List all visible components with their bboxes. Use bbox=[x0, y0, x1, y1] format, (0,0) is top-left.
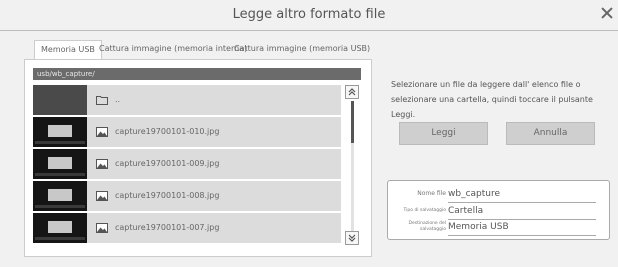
save-type-value: Cartella bbox=[448, 204, 596, 220]
list-item-parent-folder[interactable]: .. bbox=[33, 85, 341, 115]
thumbnail bbox=[33, 181, 87, 211]
filename-field[interactable]: wb_capture bbox=[448, 187, 596, 203]
double-chevron-up-icon bbox=[348, 88, 356, 96]
save-type-label: Tipo di salvataggio bbox=[403, 208, 446, 213]
save-type-row: Tipo di salvataggio Cartella bbox=[388, 204, 609, 220]
close-icon[interactable] bbox=[600, 6, 614, 20]
scrollbar[interactable] bbox=[345, 85, 360, 249]
image-file-icon bbox=[96, 127, 108, 137]
destination-row: Destinazione del salvataggio Memoria USB bbox=[388, 220, 609, 236]
list-item-label: .. bbox=[115, 95, 121, 104]
tab-usb-memory[interactable]: Memoria USB bbox=[34, 40, 102, 60]
thumbnail bbox=[33, 117, 87, 147]
scroll-up-button[interactable] bbox=[345, 85, 359, 99]
instructions-text: Selezionare un file da leggere dall' ele… bbox=[391, 80, 593, 119]
image-file-icon bbox=[96, 191, 108, 201]
folder-icon bbox=[96, 96, 108, 105]
read-button[interactable]: Leggi bbox=[399, 122, 488, 145]
filename-row: Nome file wb_capture bbox=[388, 187, 609, 203]
tab-capture-internal[interactable]: Cattura immagine (memoria interna) bbox=[99, 40, 247, 58]
dialog-title: Legge altro formato file bbox=[232, 7, 386, 22]
list-item-file[interactable]: capture19700101-009.jpg bbox=[33, 149, 341, 179]
list-item-file[interactable]: capture19700101-007.jpg bbox=[33, 213, 341, 243]
path-bar: usb/wb_capture/ bbox=[33, 68, 361, 80]
destination-label: Destinazione del salvataggio bbox=[408, 221, 447, 232]
thumbnail bbox=[33, 213, 87, 243]
scroll-down-button[interactable] bbox=[345, 231, 359, 245]
list-item-file[interactable]: capture19700101-008.jpg bbox=[33, 181, 341, 211]
file-browser-panel: usb/wb_capture/ .. capture19700101-010.j… bbox=[24, 59, 372, 257]
filename-label: Nome file bbox=[417, 190, 446, 197]
thumbnail bbox=[33, 149, 87, 179]
destination-value: Memoria USB bbox=[448, 220, 596, 236]
scroll-track[interactable] bbox=[351, 101, 354, 231]
tab-capture-usb[interactable]: Cattura immagine (memoria USB) bbox=[234, 40, 370, 58]
double-chevron-down-icon bbox=[348, 234, 356, 242]
title-bar: Legge altro formato file bbox=[0, 0, 618, 31]
cancel-button[interactable]: Annulla bbox=[506, 122, 595, 145]
thumbnail bbox=[33, 85, 87, 115]
list-item-label: capture19700101-008.jpg bbox=[115, 191, 220, 200]
scroll-thumb[interactable] bbox=[351, 101, 354, 143]
list-item-file[interactable]: capture19700101-010.jpg bbox=[33, 117, 341, 147]
list-item-label: capture19700101-009.jpg bbox=[115, 159, 220, 168]
file-info-box: Nome file wb_capture Tipo di salvataggio… bbox=[387, 180, 610, 240]
list-item-label: capture19700101-010.jpg bbox=[115, 127, 220, 136]
image-file-icon bbox=[96, 159, 108, 169]
image-file-icon bbox=[96, 223, 108, 233]
list-item-label: capture19700101-007.jpg bbox=[115, 223, 220, 232]
